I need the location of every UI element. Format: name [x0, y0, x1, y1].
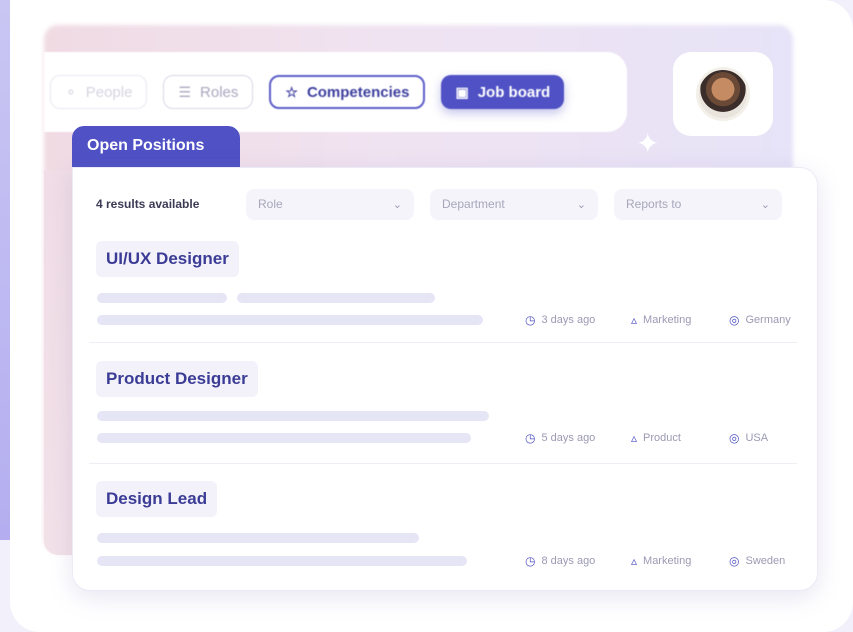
department-dropdown[interactable]: Department ⌄ [430, 188, 598, 220]
text-placeholder [97, 433, 471, 443]
role-dropdown[interactable]: Role ⌄ [246, 188, 414, 220]
org-chart-icon: ▵ [631, 554, 638, 568]
row-divider [89, 342, 797, 343]
job-title[interactable]: UI/UX Designer [96, 241, 239, 277]
tab-competencies-label: Competencies [306, 83, 410, 101]
posted-meta: ◷ 3 days ago [525, 313, 631, 327]
tab-bar: ⚬ People ☰ Roles ☆ Competencies ▣ Job bo… [44, 52, 627, 132]
location-name: USA [745, 432, 769, 444]
roles-icon: ☰ [178, 84, 192, 100]
job-title[interactable]: Product Designer [96, 361, 258, 397]
sparkle-icon: ✦ [636, 128, 660, 159]
star-icon: ☆ [285, 84, 298, 100]
tab-people[interactable]: ⚬ People [50, 75, 148, 109]
job-title[interactable]: Design Lead [96, 481, 218, 517]
tab-job-board[interactable]: ▣ Job board [441, 75, 565, 109]
department-name: Marketing [643, 314, 692, 326]
org-chart-icon: ▵ [631, 431, 638, 445]
posted-date: 3 days ago [541, 314, 596, 326]
text-placeholder [97, 293, 227, 303]
tab-people-label: People [85, 83, 133, 101]
avatar[interactable] [696, 67, 750, 121]
person-icon: ⚬ [65, 84, 77, 100]
job-meta: ◷ 8 days ago ▵ Marketing ◎ Sweden [525, 554, 797, 568]
job-card[interactable]: UI/UX Designer ◷ 3 days ago ▵ Marketing ◎ G… [89, 241, 797, 341]
role-dropdown-label: Role [258, 197, 283, 211]
briefcase-icon: ▣ [455, 84, 469, 100]
location-meta: ◎ Sweden [729, 554, 797, 568]
department-meta: ▵ Product [631, 431, 729, 445]
org-chart-icon: ▵ [631, 313, 638, 327]
department-dropdown-label: Department [442, 197, 505, 211]
reports-to-dropdown-label: Reports to [626, 197, 682, 211]
department-name: Marketing [643, 555, 692, 567]
avatar-card[interactable] [673, 52, 773, 136]
text-placeholder [97, 533, 419, 543]
tab-roles-label: Roles [200, 83, 239, 101]
results-count: 4 results available [96, 197, 200, 211]
clock-icon: ◷ [525, 431, 536, 445]
clock-icon: ◷ [525, 313, 536, 327]
posted-date: 5 days ago [541, 432, 596, 444]
posted-date: 8 days ago [541, 555, 596, 567]
posted-meta: ◷ 8 days ago [525, 554, 631, 568]
reports-to-dropdown[interactable]: Reports to ⌄ [614, 188, 782, 220]
department-meta: ▵ Marketing [631, 554, 729, 568]
row-divider [89, 463, 797, 464]
location-meta: ◎ Germany [729, 313, 797, 327]
tab-competencies[interactable]: ☆ Competencies [269, 75, 426, 109]
open-positions-panel: 4 results available Role ⌄ Department ⌄ … [72, 167, 818, 591]
location-icon: ◎ [729, 313, 740, 327]
posted-meta: ◷ 5 days ago [525, 431, 631, 445]
text-placeholder [237, 293, 435, 303]
chevron-down-icon: ⌄ [760, 198, 770, 211]
chevron-down-icon: ⌄ [576, 198, 586, 211]
text-placeholder [97, 411, 489, 421]
job-meta: ◷ 5 days ago ▵ Product ◎ USA [525, 431, 797, 445]
location-name: Sweden [745, 555, 786, 567]
job-meta: ◷ 3 days ago ▵ Marketing ◎ Germany [525, 313, 797, 327]
job-card[interactable]: Product Designer ◷ 5 days ago ▵ Product ◎ U… [89, 361, 797, 461]
tab-job-board-label: Job board [477, 83, 551, 101]
tab-roles[interactable]: ☰ Roles [163, 75, 254, 109]
clock-icon: ◷ [525, 554, 536, 568]
filter-row: 4 results available Role ⌄ Department ⌄ … [96, 188, 796, 220]
location-name: Germany [745, 314, 791, 326]
department-meta: ▵ Marketing [631, 313, 729, 327]
text-placeholder [97, 315, 483, 325]
location-meta: ◎ USA [729, 431, 797, 445]
chevron-down-icon: ⌄ [392, 198, 402, 211]
department-name: Product [643, 432, 681, 444]
job-card[interactable]: Design Lead ◷ 8 days ago ▵ Marketing ◎ Swed… [89, 481, 797, 581]
location-icon: ◎ [729, 431, 740, 445]
text-placeholder [97, 556, 467, 566]
location-icon: ◎ [729, 554, 740, 568]
